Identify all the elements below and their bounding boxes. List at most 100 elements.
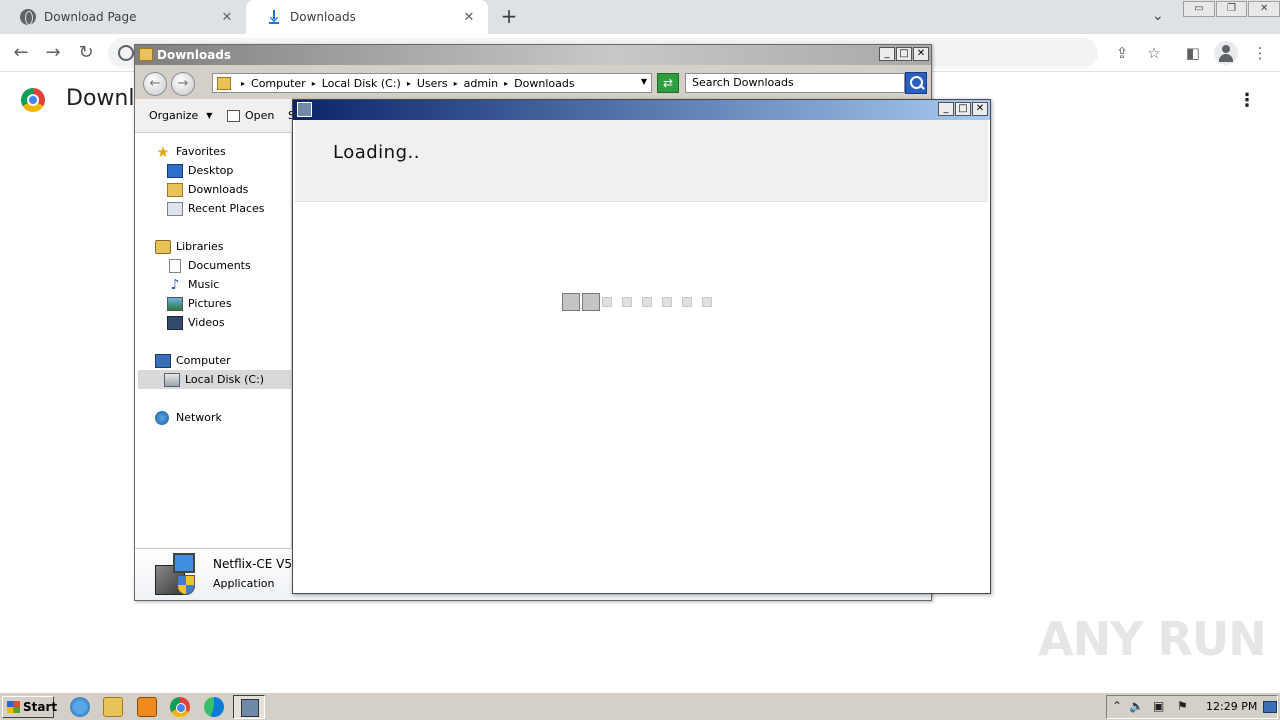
- minimize-button[interactable]: ▭: [1183, 1, 1215, 17]
- flag-icon[interactable]: ⚑: [1177, 699, 1188, 713]
- sidebar-item-favorites[interactable]: ★ Favorites: [155, 142, 225, 161]
- progress-square: [642, 297, 652, 307]
- forward-arrow-icon[interactable]: →: [171, 72, 195, 96]
- installer-taskbar-button[interactable]: [233, 695, 265, 719]
- open-button[interactable]: Open: [227, 109, 274, 122]
- loading-window: _ □ ✕ Loading..: [292, 99, 991, 594]
- progress-indicator: [562, 293, 722, 311]
- start-button[interactable]: Start: [2, 696, 57, 718]
- installer-icon: [155, 553, 199, 597]
- chevron-up-icon[interactable]: ⌃: [1112, 699, 1122, 713]
- chevron-down-icon[interactable]: ⌄: [1152, 8, 1164, 24]
- volume-icon[interactable]: 🔈: [1129, 699, 1144, 713]
- sidebar-item-label: Recent Places: [188, 202, 265, 215]
- menu-icon[interactable]: ⋮: [1250, 44, 1270, 62]
- sidebar-item-label: Computer: [176, 354, 231, 367]
- folder-icon: [217, 76, 231, 90]
- edge-icon[interactable]: [204, 697, 224, 717]
- chevron-down-icon[interactable]: ▼: [641, 77, 647, 86]
- sidebar-item-pictures[interactable]: Pictures: [167, 294, 232, 313]
- browser-tabstrip: Download Page ✕ Downloads ✕ + ⌄ ▭ ❐ ✕: [0, 0, 1280, 34]
- chrome-icon[interactable]: [170, 697, 190, 717]
- taskbar: Start ⌃ 🔈 ▣ ⚑ 12:29 PM: [0, 692, 1280, 720]
- loading-window-titlebar[interactable]: _ □ ✕: [293, 100, 990, 120]
- star-icon[interactable]: ☆: [1144, 44, 1164, 62]
- site-info-icon[interactable]: [118, 45, 134, 61]
- close-button[interactable]: ✕: [972, 102, 988, 116]
- sidebar-item-libraries[interactable]: Libraries: [155, 237, 224, 256]
- sidebar-item-documents[interactable]: Documents: [167, 256, 251, 275]
- tab-downloads[interactable]: Downloads ✕: [246, 0, 488, 34]
- sidebar-item-videos[interactable]: Videos: [167, 313, 225, 332]
- tab-title: Download Page: [44, 10, 137, 24]
- network-icon[interactable]: ▣: [1153, 699, 1164, 713]
- explorer-titlebar[interactable]: Downloads _ □ ✕: [135, 45, 931, 65]
- system-tray: ⌃ 🔈 ▣ ⚑ 12:29 PM: [1106, 695, 1278, 719]
- maximize-button[interactable]: □: [896, 47, 912, 61]
- chevron-right-icon[interactable]: ▸: [407, 79, 411, 88]
- music-note-icon: ♪: [170, 276, 180, 293]
- breadcrumb-item[interactable]: Users: [417, 77, 448, 90]
- address-toolbar: ← → ▸ Computer ▸ Local Disk (C:) ▸ Users…: [135, 65, 931, 99]
- share-icon[interactable]: ⇪: [1112, 44, 1132, 62]
- close-button[interactable]: ✕: [1248, 1, 1280, 17]
- search-input[interactable]: Search Downloads: [685, 73, 905, 93]
- window-controls: ▭ ❐ ✕: [1182, 1, 1280, 19]
- search-icon[interactable]: [905, 72, 927, 94]
- open-icon: [227, 109, 240, 122]
- navigation-pane: ★ Favorites Desktop Downloads Recent Pla…: [135, 133, 292, 548]
- sidebar-item-recent-places[interactable]: Recent Places: [167, 199, 265, 218]
- chevron-right-icon[interactable]: ▸: [454, 79, 458, 88]
- sidebar-item-network[interactable]: Network: [155, 408, 222, 427]
- progress-square: [622, 297, 632, 307]
- forward-arrow-icon[interactable]: →: [42, 42, 64, 64]
- sidebar-item-computer[interactable]: Computer: [155, 351, 231, 370]
- progress-square: [562, 293, 580, 311]
- restore-button[interactable]: ❐: [1215, 1, 1248, 17]
- sidebar-item-music[interactable]: ♪ Music: [167, 275, 220, 294]
- file-name: Netflix-CE V5.1: [213, 557, 304, 571]
- recent-places-icon: [167, 201, 183, 216]
- profile-icon[interactable]: [1214, 41, 1238, 65]
- new-tab-button[interactable]: +: [498, 6, 520, 28]
- breadcrumb-item[interactable]: Downloads: [514, 77, 574, 90]
- download-icon: [266, 9, 282, 25]
- app-icon: [297, 102, 312, 117]
- sidebar-item-desktop[interactable]: Desktop: [167, 161, 233, 180]
- internet-explorer-icon[interactable]: [70, 697, 90, 717]
- more-options-icon[interactable]: ⋮: [1238, 90, 1256, 111]
- close-icon[interactable]: ✕: [218, 10, 236, 25]
- chevron-right-icon[interactable]: ▸: [241, 79, 245, 88]
- reload-icon[interactable]: ↻: [75, 42, 97, 64]
- sidebar-item-label: Network: [176, 411, 222, 424]
- media-player-icon[interactable]: [137, 697, 157, 717]
- breadcrumb-item[interactable]: Computer: [251, 77, 306, 90]
- show-desktop-icon[interactable]: [1263, 701, 1277, 713]
- windows-logo-icon: [7, 701, 20, 713]
- progress-square: [702, 297, 712, 307]
- close-icon[interactable]: ✕: [460, 10, 478, 25]
- sidebar-item-local-disk[interactable]: Local Disk (C:): [138, 370, 292, 389]
- folder-icon: [139, 48, 153, 61]
- side-panel-icon[interactable]: ◧: [1183, 44, 1203, 62]
- sidebar-item-label: Videos: [188, 316, 225, 329]
- clock[interactable]: 12:29 PM: [1206, 700, 1257, 713]
- breadcrumb-item[interactable]: admin: [464, 77, 498, 90]
- back-arrow-icon[interactable]: ←: [143, 72, 167, 96]
- refresh-button[interactable]: ⇄: [657, 73, 679, 93]
- minimize-button[interactable]: _: [879, 47, 895, 61]
- breadcrumb[interactable]: ▸ Computer ▸ Local Disk (C:) ▸ Users ▸ a…: [212, 73, 652, 93]
- folder-icon[interactable]: [103, 697, 123, 717]
- chevron-right-icon[interactable]: ▸: [312, 79, 316, 88]
- tab-download-page[interactable]: Download Page ✕: [0, 0, 246, 34]
- sidebar-item-downloads[interactable]: Downloads: [167, 180, 248, 199]
- maximize-button[interactable]: □: [955, 102, 971, 116]
- back-arrow-icon[interactable]: ←: [10, 42, 32, 64]
- close-button[interactable]: ✕: [913, 47, 929, 61]
- minimize-button[interactable]: _: [938, 102, 954, 116]
- breadcrumb-item[interactable]: Local Disk (C:): [322, 77, 401, 90]
- sidebar-item-label: Desktop: [188, 164, 234, 177]
- sidebar-item-label: Music: [188, 278, 220, 291]
- organize-button[interactable]: Organize ▼: [149, 109, 212, 122]
- chevron-right-icon[interactable]: ▸: [504, 79, 508, 88]
